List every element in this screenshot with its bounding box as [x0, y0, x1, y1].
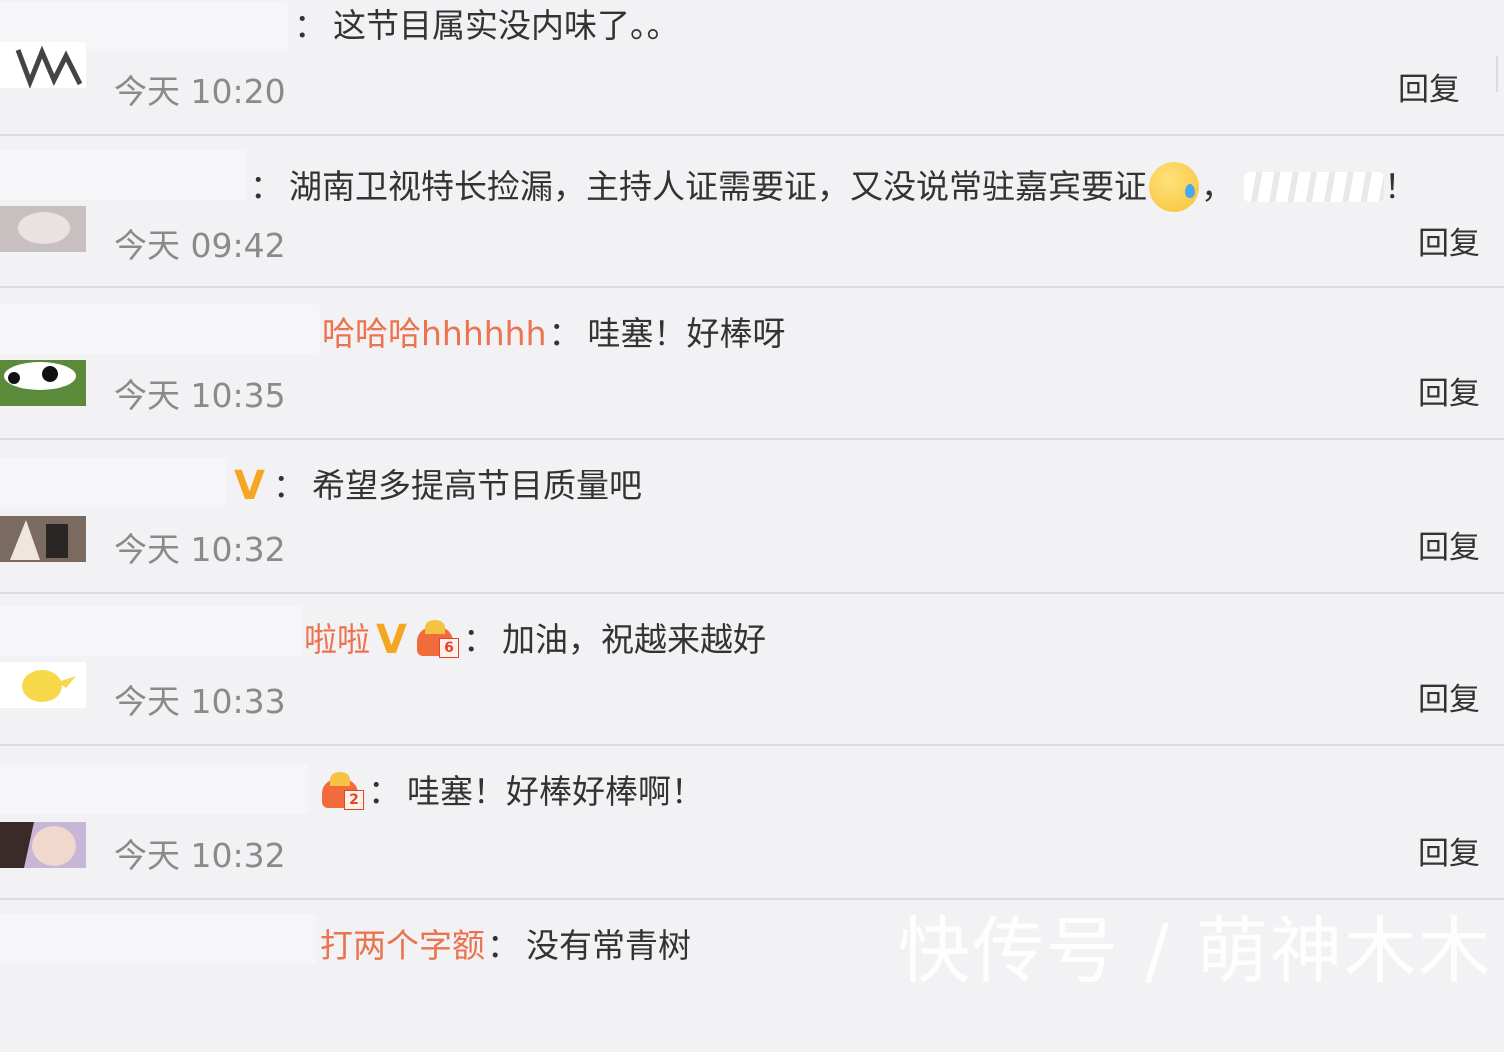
avatar[interactable]: [0, 970, 86, 976]
comment-item: ： 这节目属实没内味了。。 今天 10:20 回复: [0, 0, 1504, 136]
comment-line: ： 这节目属实没内味了。。: [292, 6, 680, 46]
comment-colon: ：: [368, 772, 401, 811]
comment-time: 今天 10:32: [114, 530, 286, 569]
avatar[interactable]: [0, 822, 86, 868]
vip-level: 6: [438, 638, 459, 658]
username-area[interactable]: [0, 150, 246, 200]
avatar[interactable]: [0, 662, 86, 708]
watermark: 快传号 / 萌神木木: [897, 909, 1492, 993]
comment-username[interactable]: 打两个字额: [320, 926, 485, 966]
verified-v-icon: V: [234, 463, 265, 509]
verified-v-icon: V: [376, 617, 407, 663]
comment-item: 2 ： 哇塞！好棒好棒啊！ 今天 10:32 回复: [0, 748, 1504, 900]
comment-item: 哈哈哈hhhhhh ： 哇塞！好棒呀 今天 10:35 回复: [0, 288, 1504, 440]
comment-time: 今天 10:32: [114, 836, 286, 875]
comment-time: 今天 10:20: [114, 72, 286, 111]
vip-level: 2: [344, 790, 364, 810]
comment-line: 哈哈哈hhhhhh ： 哇塞！好棒呀: [322, 314, 786, 354]
comment-colon: ：: [294, 6, 327, 45]
comment-text: 希望多提高节目质量吧: [311, 466, 642, 505]
reply-button[interactable]: 回复: [1418, 374, 1480, 414]
cold-sweat-emoji-icon: [1149, 162, 1199, 212]
comment-text: 哇塞！好棒好棒啊！: [407, 772, 704, 811]
comment-item: 啦啦 V 6 ： 加油，祝越来越好 今天 10:33 回复: [0, 594, 1504, 746]
comment-colon: ：: [250, 167, 283, 206]
username-area[interactable]: [0, 458, 226, 508]
comment-text: 加油，祝越来越好: [501, 620, 766, 659]
comment-trailing-punct: ！: [1384, 167, 1417, 206]
comment-text-tail: ，: [1201, 167, 1234, 206]
comment-text: 湖南卫视特长捡漏，主持人证需要证，又没说常驻嘉宾要证: [289, 167, 1147, 206]
avatar[interactable]: [0, 42, 86, 88]
avatar[interactable]: [0, 206, 86, 252]
username-area[interactable]: [0, 764, 308, 814]
reply-button[interactable]: 回复: [1418, 528, 1480, 568]
comment-line: 打两个字额 ： 没有常青树: [320, 926, 691, 966]
comment-text: 这节目属实没内味了。。: [333, 6, 680, 45]
comment-colon: ：: [487, 926, 520, 965]
comment-text: 哇塞！好棒呀: [587, 314, 786, 353]
comment-colon: ：: [548, 314, 582, 353]
reply-button[interactable]: 回复: [1418, 224, 1480, 264]
comment-colon: ：: [462, 620, 496, 659]
vip-crown-icon: 2: [320, 772, 364, 812]
comment-line: 啦啦 V 6 ： 加油，祝越来越好: [304, 620, 766, 660]
redacted-text: [1244, 172, 1384, 202]
avatar[interactable]: [0, 516, 86, 562]
comment-line: 2 ： 哇塞！好棒好棒啊！: [318, 772, 704, 812]
username-area[interactable]: [0, 606, 302, 656]
divider: [1496, 56, 1498, 92]
vip-crown-icon: 6: [415, 620, 459, 660]
reply-button[interactable]: 回复: [1398, 70, 1460, 110]
comment-time: 今天 09:42: [114, 226, 286, 265]
comment-username[interactable]: 啦啦: [304, 620, 370, 660]
comment-line: V ： 希望多提高节目质量吧: [228, 466, 642, 506]
comment-colon: ：: [272, 466, 306, 505]
comment-line: ： 湖南卫视特长捡漏，主持人证需要证，又没说常驻嘉宾要证 ， ！: [248, 162, 1417, 212]
comment-text: 没有常青树: [526, 926, 691, 965]
comment-time: 今天 10:35: [114, 376, 286, 415]
comment-item: ： 湖南卫视特长捡漏，主持人证需要证，又没说常驻嘉宾要证 ， ！ 今天 09:4…: [0, 136, 1504, 288]
username-area[interactable]: [0, 304, 320, 354]
comment-item: V ： 希望多提高节目质量吧 今天 10:32 回复: [0, 442, 1504, 594]
comment-username[interactable]: 哈哈哈hhhhhh: [322, 314, 547, 354]
reply-button[interactable]: 回复: [1418, 834, 1480, 874]
username-area[interactable]: [0, 914, 316, 964]
comment-time: 今天 10:33: [114, 682, 286, 721]
avatar[interactable]: [0, 360, 86, 406]
reply-button[interactable]: 回复: [1418, 680, 1480, 720]
